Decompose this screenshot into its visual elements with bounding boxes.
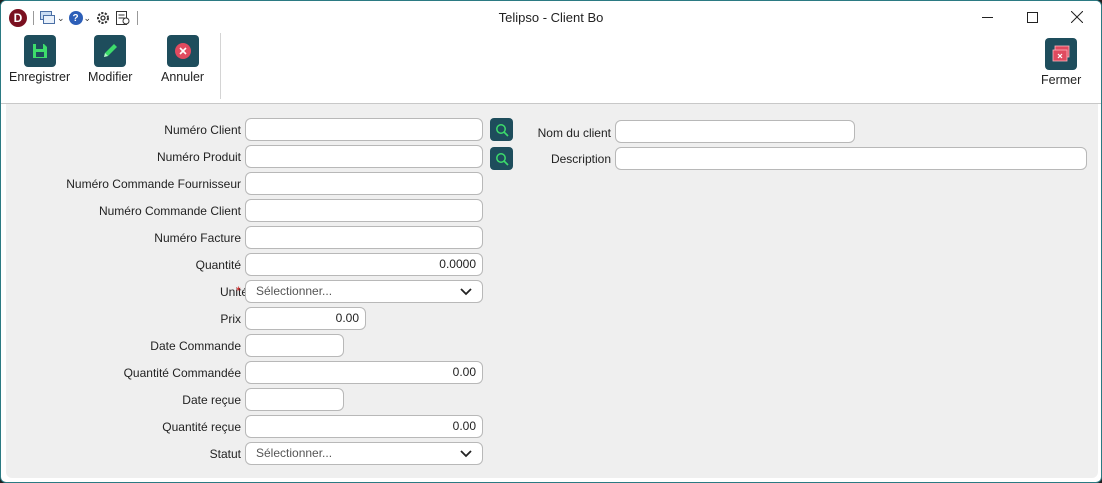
statut-label: Statut bbox=[209, 447, 241, 461]
numero-produit-input[interactable] bbox=[245, 145, 483, 168]
statut-select-value: Sélectionner... bbox=[256, 446, 333, 460]
quantite-commandee-input[interactable]: 0.00 bbox=[245, 361, 483, 384]
quantite-label: Quantité bbox=[195, 258, 241, 272]
app-window: D ⌄ ? ⌄ Telipso - Client Bo Enregistrer … bbox=[0, 0, 1102, 483]
date-recue-label: Date reçue bbox=[182, 393, 241, 407]
cancel-button[interactable]: Annuler bbox=[161, 35, 204, 84]
chevron-down-icon bbox=[460, 287, 472, 295]
close-form-icon bbox=[1045, 38, 1078, 70]
form-panel: Numéro Client Numéro Produit Numéro Comm… bbox=[6, 104, 1098, 478]
prix-label: Prix bbox=[220, 312, 241, 326]
numero-facture-label: Numéro Facture bbox=[154, 231, 241, 245]
date-recue-input[interactable] bbox=[245, 388, 344, 411]
pencil-icon bbox=[94, 35, 127, 67]
required-mark: * bbox=[236, 284, 241, 298]
numero-commande-fournisseur-label: Numéro Commande Fournisseur bbox=[66, 177, 241, 191]
search-client-button[interactable] bbox=[490, 118, 513, 141]
description-label: Description bbox=[550, 152, 611, 166]
search-product-button[interactable] bbox=[490, 147, 513, 170]
cancel-label: Annuler bbox=[161, 70, 205, 84]
modify-label: Modifier bbox=[88, 70, 133, 84]
unite-select-value: Sélectionner... bbox=[256, 284, 333, 298]
quantite-input[interactable]: 0.0000 bbox=[245, 253, 483, 276]
numero-commande-fournisseur-input[interactable] bbox=[245, 172, 483, 195]
chevron-down-icon bbox=[460, 449, 472, 457]
search-icon bbox=[495, 152, 509, 166]
quantite-recue-input[interactable]: 0.00 bbox=[245, 415, 483, 438]
numero-produit-label: Numéro Produit bbox=[156, 150, 241, 164]
numero-commande-client-input[interactable] bbox=[245, 199, 483, 222]
modify-button[interactable]: Modifier bbox=[88, 35, 132, 84]
date-commande-input[interactable] bbox=[245, 334, 344, 357]
title-bar: D ⌄ ? ⌄ Telipso - Client Bo bbox=[1, 1, 1101, 33]
numero-client-input[interactable] bbox=[245, 118, 483, 141]
date-commande-label: Date Commande bbox=[150, 339, 241, 353]
window-title: Telipso - Client Bo bbox=[498, 10, 604, 25]
save-icon bbox=[23, 35, 56, 67]
quantite-commandee-label: Quantité Commandée bbox=[123, 366, 241, 380]
save-button[interactable]: Enregistrer bbox=[9, 35, 70, 84]
nom-du-client-label: Nom du client bbox=[537, 126, 611, 140]
close-label: Fermer bbox=[1041, 73, 1082, 87]
close-button[interactable]: Fermer bbox=[1041, 38, 1081, 87]
nom-du-client-input[interactable] bbox=[615, 120, 855, 143]
numero-facture-input[interactable] bbox=[245, 226, 483, 249]
quantite-recue-label: Quantité reçue bbox=[162, 420, 241, 434]
statut-select[interactable]: Sélectionner... bbox=[245, 442, 483, 465]
unite-select[interactable]: Sélectionner... bbox=[245, 280, 483, 303]
prix-input[interactable]: 0.00 bbox=[245, 307, 366, 330]
search-icon bbox=[495, 123, 509, 137]
description-input[interactable] bbox=[615, 147, 1087, 170]
numero-commande-client-label: Numéro Commande Client bbox=[98, 204, 241, 218]
minimize-button[interactable] bbox=[964, 1, 1010, 33]
unite-label: Unité bbox=[219, 285, 248, 299]
save-label: Enregistrer bbox=[9, 70, 71, 84]
maximize-button[interactable] bbox=[1009, 1, 1055, 33]
ribbon-toolbar: Enregistrer Modifier Annuler Fermer bbox=[1, 33, 1101, 104]
numero-client-label: Numéro Client bbox=[164, 123, 241, 137]
cancel-icon bbox=[166, 35, 199, 67]
close-window-button[interactable] bbox=[1054, 1, 1100, 33]
ribbon-separator bbox=[220, 33, 221, 99]
